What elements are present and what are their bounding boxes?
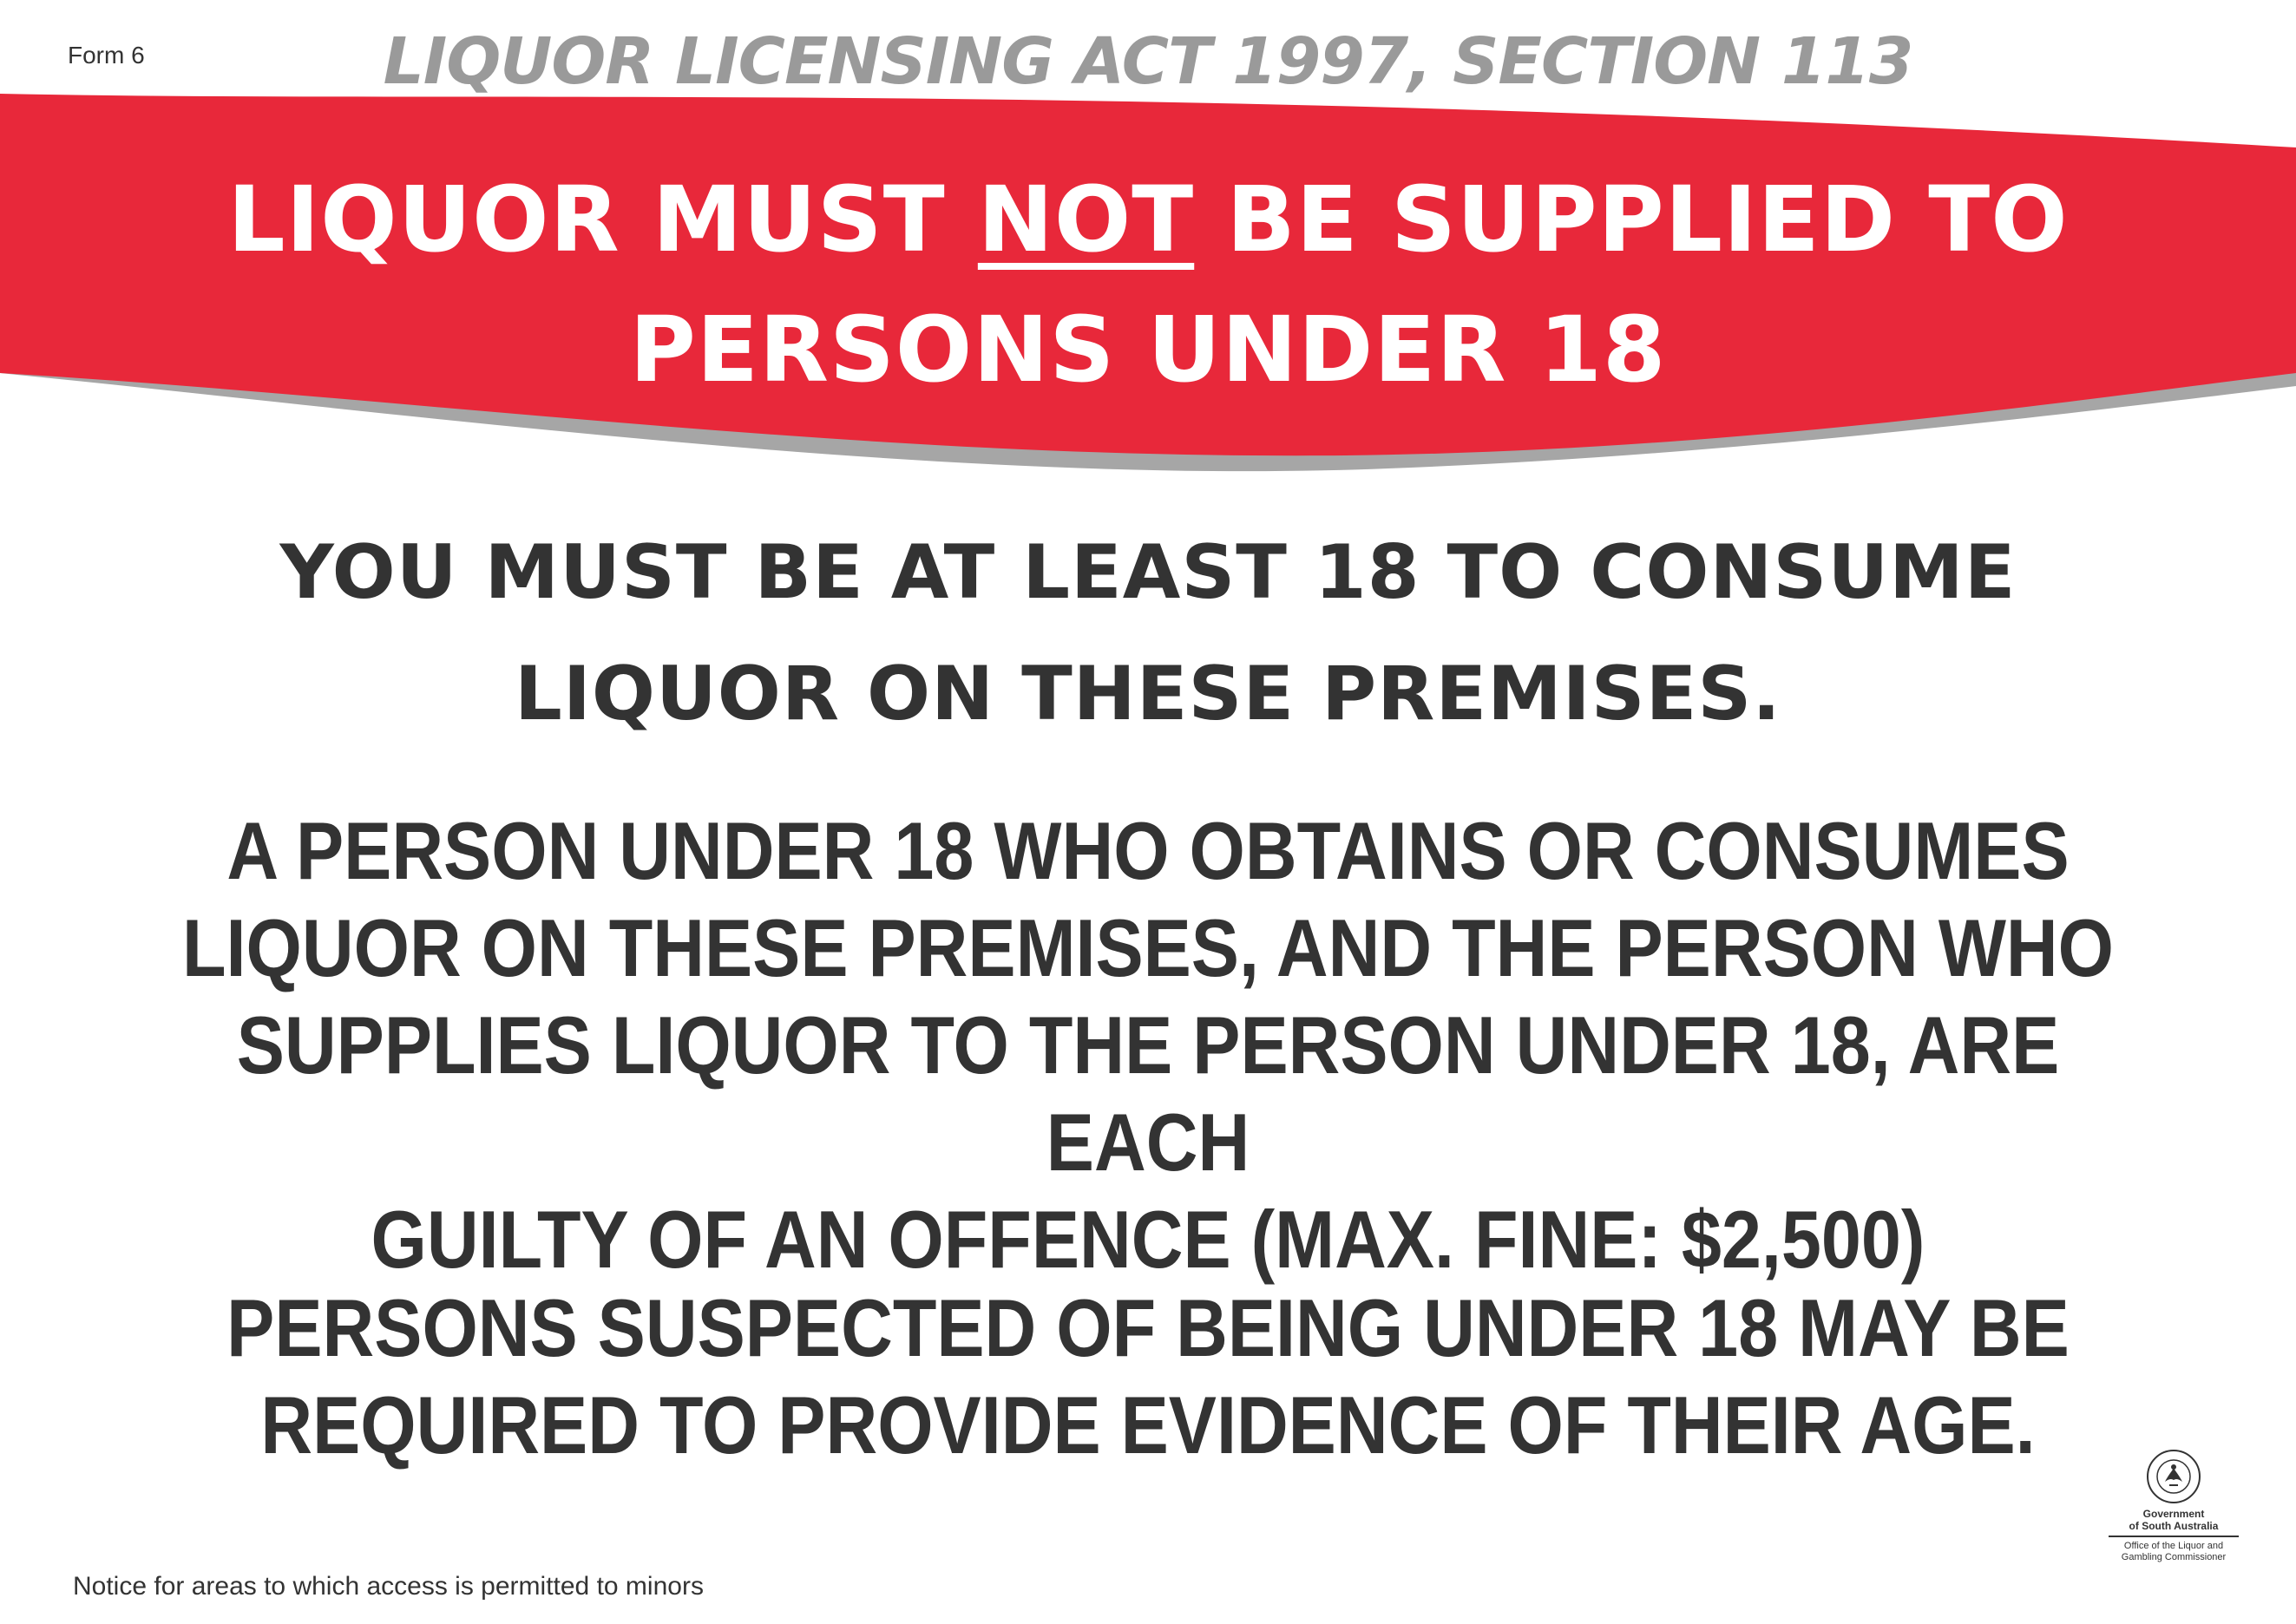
banner-line-2: PERSONS UNDER 18: [629, 297, 1667, 403]
age-requirement-heading: YOU MUST BE AT LEAST 18 TO CONSUME LIQUO…: [0, 512, 2296, 755]
government-name: Government of South Australia: [2129, 1508, 2219, 1532]
offence-notice: A PERSON UNDER 18 WHO OBTAINS OR CONSUME…: [138, 802, 2158, 1288]
banner-line-1: LIQUOR MUST NOT BE SUPPLIED TO: [227, 167, 2069, 272]
heading-line-2: LIQUOR ON THESE PREMISES.: [515, 651, 1781, 737]
evidence-line-2: REQUIRED TO PROVIDE EVIDENCE OF THEIR AG…: [260, 1379, 2036, 1470]
offence-line-3: SUPPLIES LIQUOR TO THE PERSON UNDER 18, …: [236, 999, 2060, 1188]
banner-heading: LIQUOR MUST NOT BE SUPPLIED TO PERSONS U…: [0, 154, 2296, 415]
offence-line-1: A PERSON UNDER 18 WHO OBTAINS OR CONSUME…: [226, 805, 2070, 896]
piping-shrike-crest-icon: [2147, 1450, 2201, 1503]
footer-notice: Notice for areas to which access is perm…: [73, 1572, 704, 1601]
offence-line-4: GUILTY OF AN OFFENCE (MAX. FINE: $2,500): [371, 1194, 1925, 1285]
office-name: Office of the Liquor and Gambling Commis…: [2121, 1541, 2227, 1562]
heading-line-1: YOU MUST BE AT LEAST 18 TO CONSUME: [279, 529, 2017, 616]
offence-line-2: LIQUOR ON THESE PREMISES, AND THE PERSON…: [182, 902, 2114, 993]
emphasis-not: NOT: [977, 167, 1195, 272]
government-logo: Government of South Australia Office of …: [2109, 1449, 2239, 1563]
logo-divider: [2109, 1536, 2239, 1537]
evidence-notice: PERSONS SUSPECTED OF BEING UNDER 18 MAY …: [138, 1280, 2158, 1474]
evidence-line-1: PERSONS SUSPECTED OF BEING UNDER 18 MAY …: [226, 1282, 2070, 1373]
